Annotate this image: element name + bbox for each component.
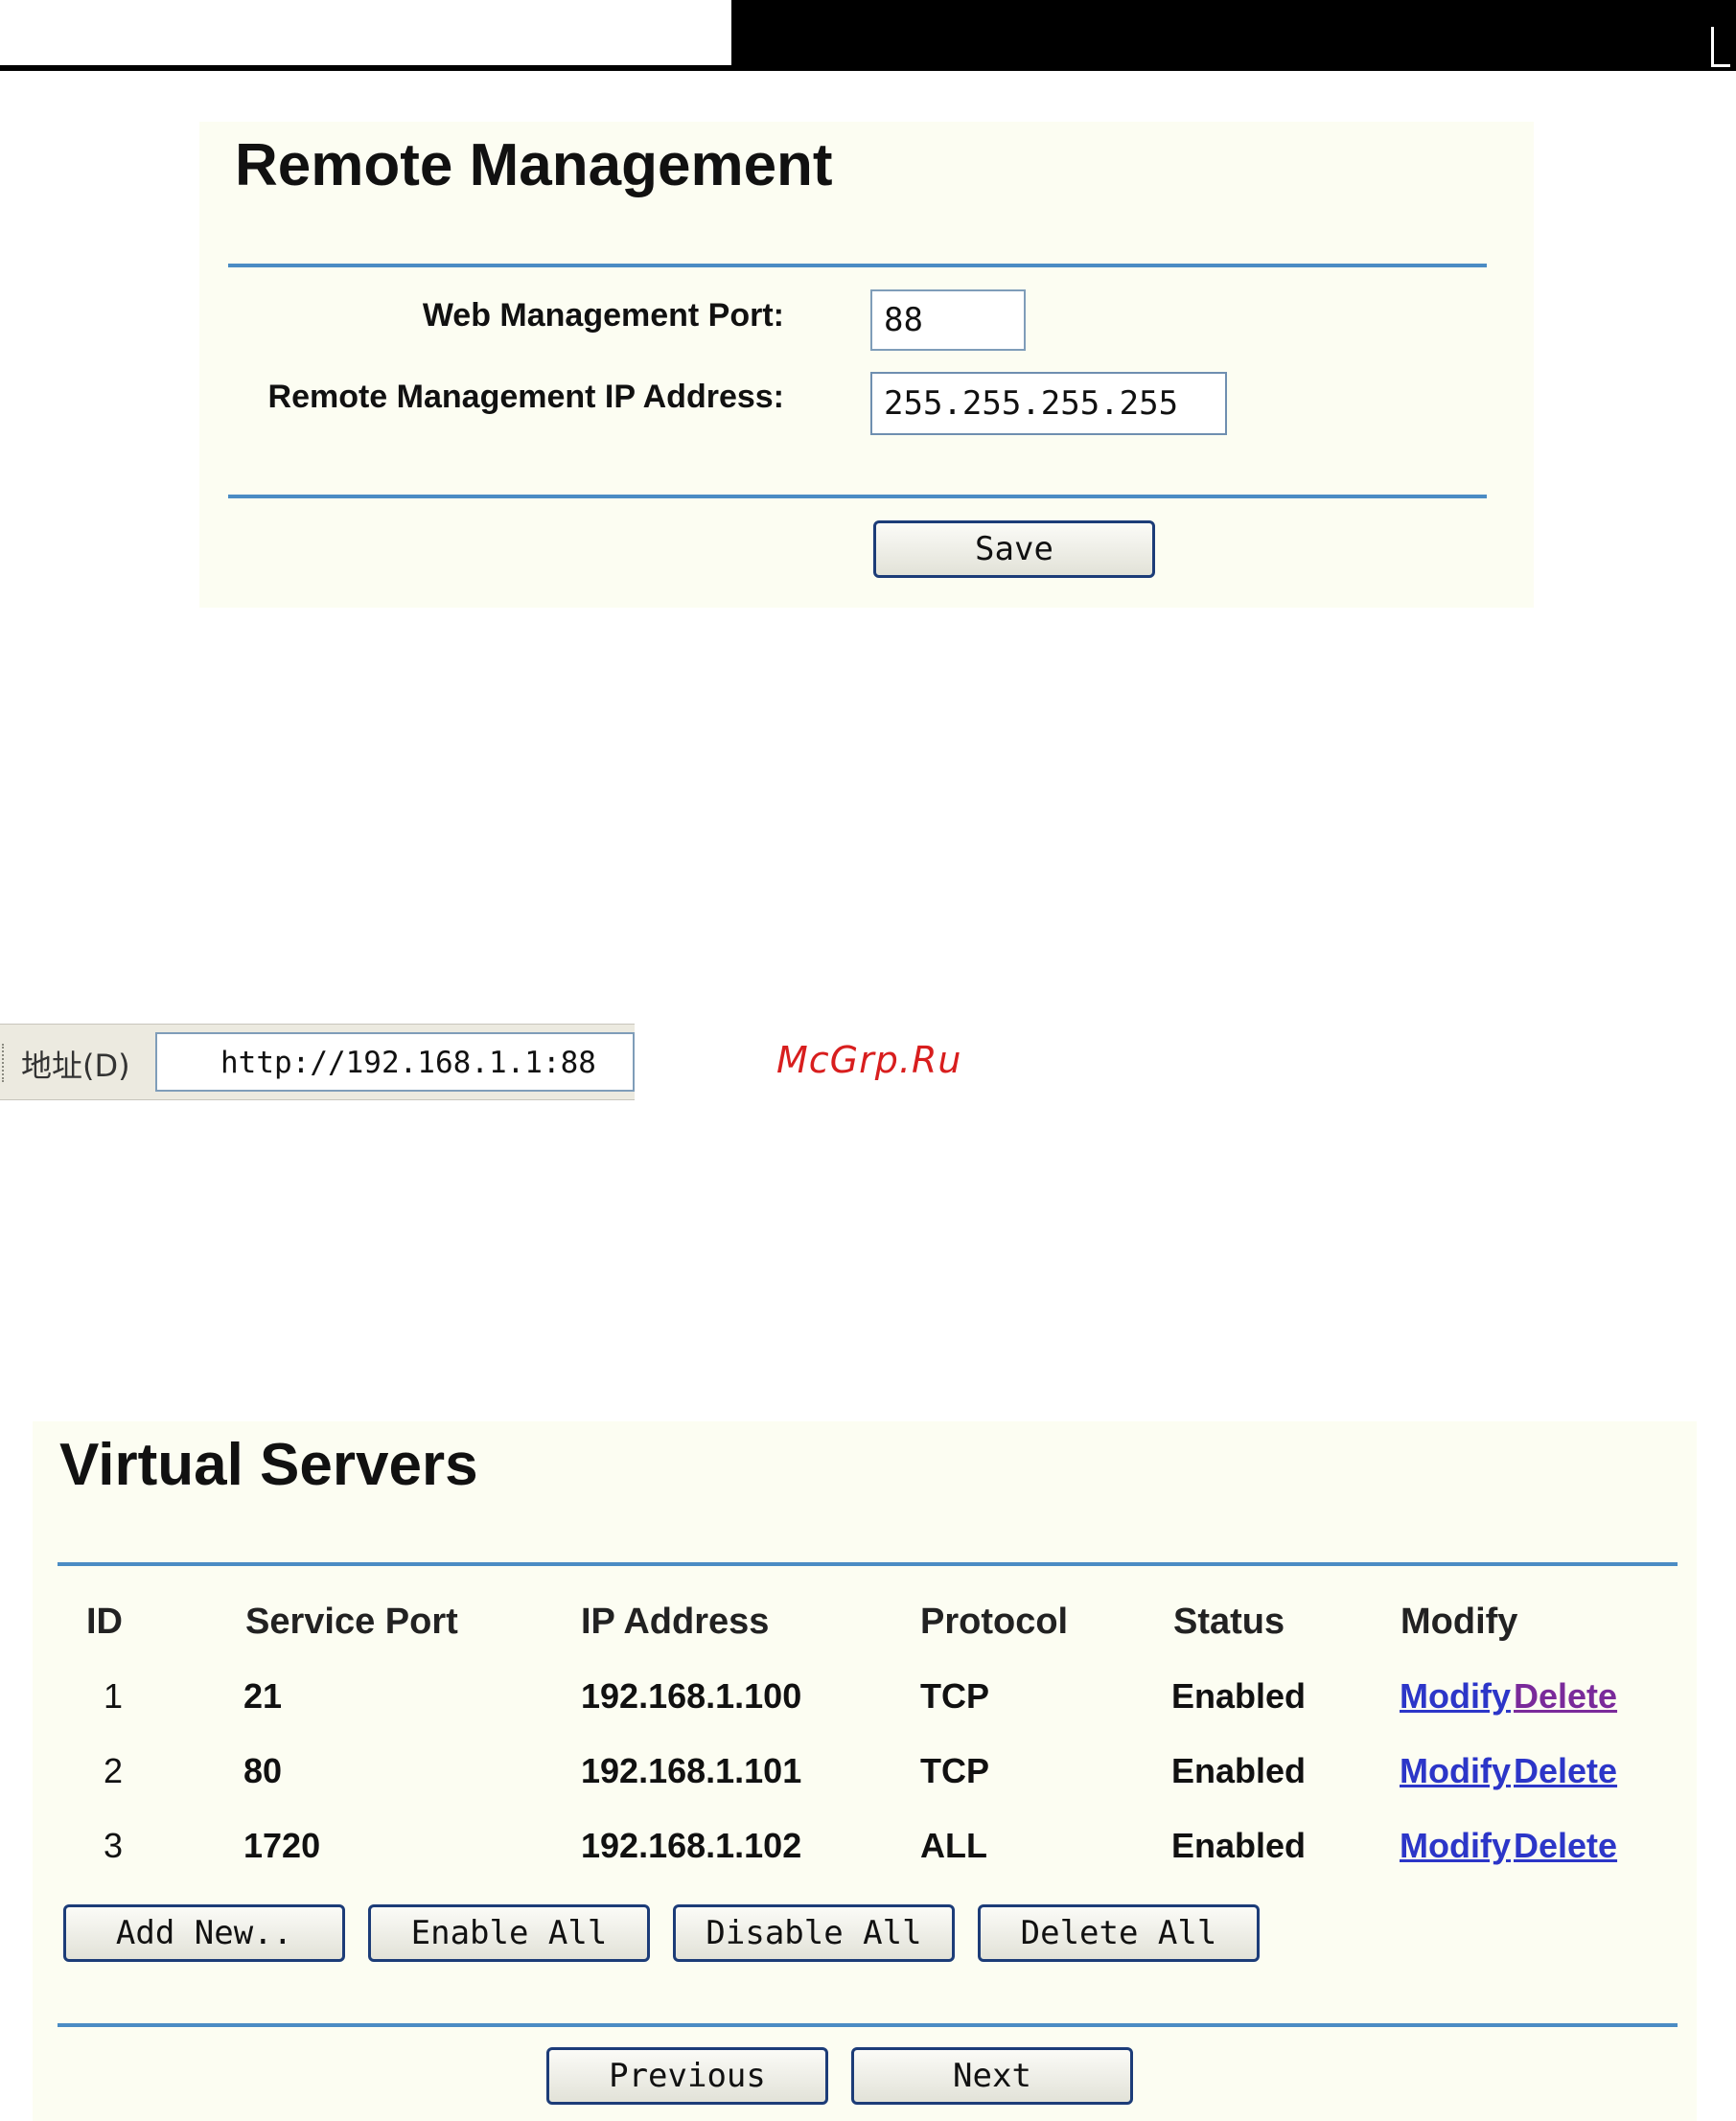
address-label: 地址(D) [21, 1048, 130, 1084]
disable-all-button[interactable]: Disable All [673, 1904, 955, 1962]
row-service-port: 1720 [243, 1826, 321, 1865]
modify-link[interactable]: Modify [1400, 1826, 1511, 1866]
row-status: Enabled [1171, 1751, 1307, 1790]
row-ip-address: 192.168.1.101 [581, 1751, 802, 1790]
row-id: 3 [104, 1826, 124, 1865]
top-corner-mark [1711, 27, 1714, 67]
next-button[interactable]: Next [851, 2047, 1133, 2105]
web-management-port-input[interactable] [870, 289, 1026, 351]
delete-link[interactable]: Delete [1514, 1751, 1617, 1791]
browser-address-bar: 地址(D) http://192.168.1.1:88 [0, 1024, 635, 1100]
row-id: 1 [104, 1676, 124, 1716]
column-header-ip-address: IP Address [581, 1602, 770, 1642]
column-header-service-port: Service Port [245, 1602, 458, 1642]
watermark-text: McGrp.Ru [776, 1039, 962, 1081]
column-header-id: ID [86, 1602, 123, 1642]
table-top-divider [58, 1562, 1678, 1566]
row-status: Enabled [1171, 1826, 1307, 1865]
column-header-modify: Modify [1400, 1602, 1518, 1642]
top-corner-mark-base [1711, 64, 1730, 67]
row-status: Enabled [1171, 1676, 1307, 1716]
enable-all-button[interactable]: Enable All [368, 1904, 650, 1962]
remote-management-ip-input[interactable] [870, 372, 1227, 435]
row-service-port: 80 [243, 1751, 283, 1790]
modify-link[interactable]: Modify [1400, 1751, 1511, 1791]
virtual-servers-title: Virtual Servers [59, 1432, 478, 1498]
row-ip-address: 192.168.1.102 [581, 1826, 802, 1865]
row-ip-address: 192.168.1.100 [581, 1676, 802, 1716]
row-id: 2 [104, 1751, 124, 1790]
top-rule-line [0, 65, 731, 71]
row-service-port: 21 [243, 1676, 283, 1716]
row-protocol: TCP [920, 1751, 989, 1790]
delete-link[interactable]: Delete [1514, 1826, 1617, 1866]
remote-management-panel: Remote Management Web Management Port: R… [199, 122, 1534, 608]
column-header-protocol: Protocol [920, 1602, 1069, 1642]
column-header-status: Status [1173, 1602, 1285, 1642]
toolbar-grip [2, 1044, 8, 1082]
row-protocol: ALL [920, 1826, 987, 1865]
delete-link[interactable]: Delete [1514, 1676, 1617, 1717]
remote-management-title: Remote Management [235, 132, 833, 198]
web-management-port-label: Web Management Port: [422, 297, 784, 334]
save-button[interactable]: Save [873, 520, 1155, 578]
delete-all-button[interactable]: Delete All [978, 1904, 1260, 1962]
previous-button[interactable]: Previous [546, 2047, 828, 2105]
virtual-servers-panel: Virtual Servers ID Service Port IP Addre… [33, 1421, 1697, 2121]
row-protocol: TCP [920, 1676, 989, 1716]
address-url-field[interactable]: http://192.168.1.1:88 [155, 1032, 635, 1092]
top-black-bar [731, 0, 1736, 71]
bottom-divider [228, 495, 1487, 498]
top-divider [228, 264, 1487, 267]
table-bottom-divider [58, 2023, 1678, 2027]
add-new-button[interactable]: Add New.. [63, 1904, 345, 1962]
remote-management-ip-label: Remote Management IP Address: [267, 379, 784, 415]
modify-link[interactable]: Modify [1400, 1676, 1511, 1717]
